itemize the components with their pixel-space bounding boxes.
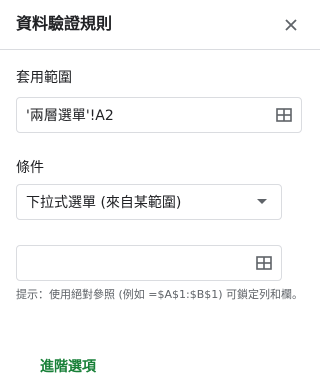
- criteria-select-range-button[interactable]: [254, 253, 274, 273]
- close-icon: [285, 19, 297, 31]
- apply-range-input[interactable]: '兩層選單'!A2: [16, 97, 302, 133]
- dropdown-arrow-icon: [257, 199, 267, 204]
- select-range-icon: [276, 108, 292, 122]
- apply-range-label: 套用範圍: [16, 70, 72, 86]
- criteria-dropdown[interactable]: 下拉式選單 (來自某範圍): [16, 184, 282, 220]
- criteria-label: 條件: [16, 160, 44, 176]
- panel-header: 資料驗證規則: [0, 0, 320, 48]
- criteria-range-input[interactable]: [16, 245, 282, 281]
- close-button[interactable]: [278, 12, 304, 38]
- apply-range-value: '兩層選單'!A2: [26, 108, 114, 124]
- header-divider: [0, 49, 320, 50]
- criteria-hint: 提示：使用絕對參照 (例如 =$A$1:$B$1) 可鎖定列和欄。: [16, 288, 304, 301]
- select-range-icon: [256, 256, 272, 270]
- criteria-selected-value: 下拉式選單 (來自某範圍): [26, 195, 182, 211]
- panel-title: 資料驗證規則: [16, 14, 113, 33]
- data-validation-panel: 資料驗證規則 套用範圍 '兩層選單'!A2 條件 下拉式選單 (來自某範圍) 提…: [0, 0, 320, 390]
- select-range-button[interactable]: [274, 105, 294, 125]
- advanced-options-button[interactable]: 進階選項: [40, 357, 96, 377]
